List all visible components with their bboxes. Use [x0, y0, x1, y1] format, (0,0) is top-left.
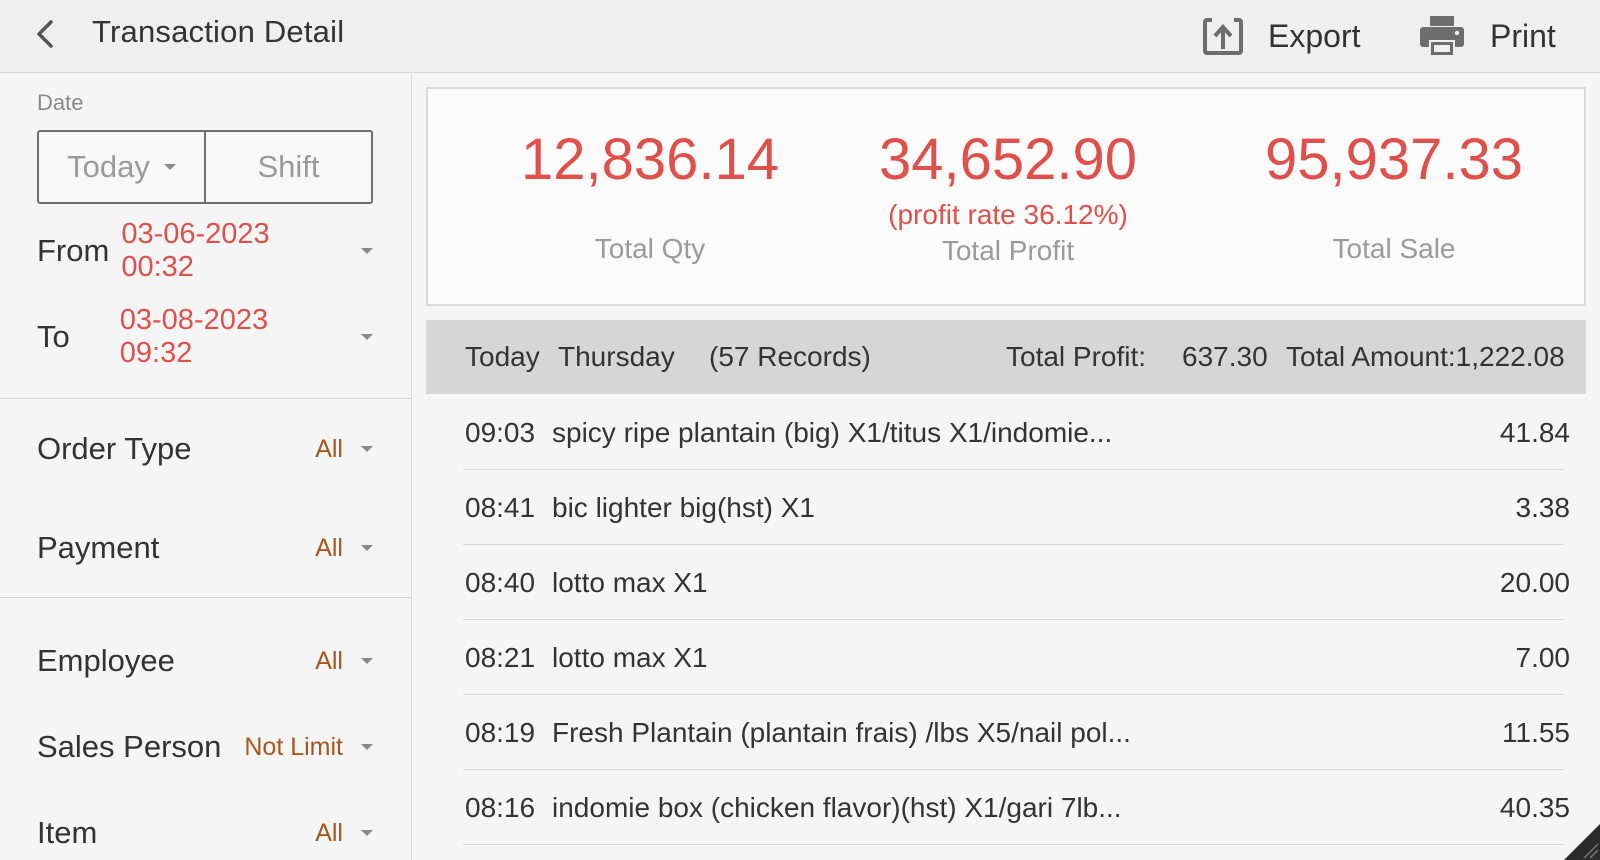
transaction-row[interactable]: 08:40 lotto max X1 20.00 — [426, 545, 1586, 620]
total-profit-stat: 34,652.90 (profit rate 36.12%) Total Pro… — [818, 125, 1198, 267]
page-title: Transaction Detail — [92, 14, 345, 49]
from-value: 03-06-2023 00:32 — [121, 218, 270, 283]
order-type-value: All — [315, 434, 343, 463]
caret-down-icon — [361, 744, 373, 750]
day-group-header[interactable]: Today Thursday (57 Records) Total Profit… — [426, 320, 1586, 394]
summary-panel: 12,836.14 Total Qty 34,652.90 (profit ra… — [426, 87, 1586, 306]
from-date-picker[interactable]: From 03-06-2023 00:32 — [37, 218, 373, 283]
employee-filter[interactable]: Employee All — [37, 636, 373, 686]
employee-label: Employee — [37, 643, 175, 678]
group-total-profit-value: 637.30 — [1182, 341, 1268, 372]
transaction-description: Fresh Plantain (plantain frais) /lbs X5/… — [552, 716, 1131, 748]
resize-corner-icon — [1564, 824, 1600, 860]
period-selector: Today Shift — [37, 130, 373, 204]
transaction-row[interactable]: 08:41 bic lighter big(hst) X1 3.38 — [426, 470, 1586, 545]
total-profit-value: 34,652.90 — [878, 127, 1138, 192]
group-weekday: Thursday — [558, 341, 675, 372]
transaction-description: spicy ripe plantain (big) X1/titus X1/in… — [552, 416, 1113, 448]
employee-value: All — [315, 646, 343, 675]
total-qty-stat: 12,836.14 Total Qty — [460, 125, 840, 265]
top-bar: Transaction Detail Export Print — [0, 0, 1600, 73]
item-filter[interactable]: Item All — [37, 808, 373, 858]
transaction-amount: 40.35 — [1499, 791, 1570, 823]
period-shift[interactable]: Shift — [204, 132, 371, 202]
divider — [0, 597, 412, 598]
total-profit-label: Total Profit — [941, 235, 1075, 266]
from-label: From — [37, 233, 110, 268]
payment-value: All — [315, 533, 343, 562]
group-day: Today — [465, 341, 540, 372]
total-sale-label: Total Sale — [1332, 233, 1456, 264]
transaction-time: 09:03 — [465, 416, 536, 448]
export-button[interactable]: Export — [1202, 8, 1360, 64]
item-value: All — [315, 818, 343, 847]
transaction-row[interactable]: 08:21 lotto max X1 7.00 — [426, 620, 1586, 695]
order-type-filter[interactable]: Order Type All — [37, 424, 373, 474]
transaction-time: 08:41 — [465, 491, 536, 523]
transaction-row[interactable]: 08:16 indomie box (chicken flavor)(hst) … — [426, 770, 1586, 845]
caret-down-icon — [361, 446, 373, 452]
order-type-label: Order Type — [37, 431, 192, 466]
transaction-amount: 11.55 — [1502, 716, 1570, 748]
transaction-time: 08:21 — [465, 641, 536, 673]
transaction-description: bic lighter big(hst) X1 — [552, 491, 816, 523]
period-shift-label: Shift — [257, 149, 320, 184]
total-sale-stat: 95,937.33 Total Sale — [1204, 125, 1584, 265]
transaction-row[interactable]: 09:03 spicy ripe plantain (big) X1/titus… — [426, 395, 1586, 470]
sales-person-filter[interactable]: Sales Person Not Limit — [37, 722, 373, 772]
caret-down-icon — [361, 334, 373, 340]
transaction-time: 08:16 — [465, 791, 536, 823]
transaction-row[interactable]: 08:19 Fresh Plantain (plantain frais) /l… — [426, 695, 1586, 770]
divider — [0, 398, 412, 399]
group-total-profit-label: Total Profit: — [1006, 341, 1147, 372]
total-sale-value: 95,937.33 — [1264, 127, 1524, 192]
caret-down-icon — [361, 545, 373, 551]
group-record-count: (57 Records) — [709, 341, 871, 372]
transaction-amount: 20.00 — [1499, 566, 1570, 598]
transaction-time: 08:19 — [465, 716, 536, 748]
transaction-amount: 3.38 — [1515, 491, 1571, 523]
printer-icon — [1420, 16, 1464, 57]
transaction-amount: 7.00 — [1515, 641, 1571, 673]
total-qty-label: Total Qty — [594, 233, 706, 264]
caret-down-icon — [361, 658, 373, 664]
caret-down-icon — [163, 164, 176, 170]
transaction-time: 08:40 — [465, 566, 536, 598]
caret-down-icon — [361, 248, 373, 254]
to-label: To — [37, 319, 70, 354]
transaction-amount: 41.84 — [1499, 416, 1570, 448]
print-label: Print — [1490, 17, 1556, 54]
total-qty-value: 12,836.14 — [520, 127, 780, 192]
transaction-description: lotto max X1 — [552, 641, 708, 673]
to-value: 03-08-2023 09:32 — [119, 304, 269, 369]
group-total-amount: Total Amount:1,222.08 — [1286, 341, 1565, 372]
payment-filter[interactable]: Payment All — [37, 523, 373, 573]
period-today[interactable]: Today — [39, 132, 204, 202]
period-today-label: Today — [67, 149, 150, 184]
sales-person-value: Not Limit — [244, 732, 343, 761]
sales-person-label: Sales Person — [37, 729, 222, 764]
caret-down-icon — [361, 830, 373, 836]
chevron-left-icon — [37, 20, 53, 48]
payment-label: Payment — [37, 530, 160, 565]
transaction-description: indomie box (chicken flavor)(hst) X1/gar… — [552, 791, 1122, 823]
print-button[interactable]: Print — [1418, 8, 1556, 64]
transaction-list: 09:03 spicy ripe plantain (big) X1/titus… — [426, 395, 1586, 845]
filter-sidebar: Date Today Shift From 03-06-2023 00:32 T… — [0, 74, 412, 860]
transaction-description: lotto max X1 — [552, 566, 708, 598]
export-label: Export — [1268, 17, 1361, 54]
export-icon — [1203, 18, 1243, 55]
item-label: Item — [37, 815, 98, 850]
profit-rate: (profit rate 36.12%) — [888, 199, 1128, 230]
to-date-picker[interactable]: To 03-08-2023 09:32 — [37, 304, 373, 369]
back-button[interactable] — [22, 10, 70, 58]
date-label: Date — [37, 90, 84, 115]
